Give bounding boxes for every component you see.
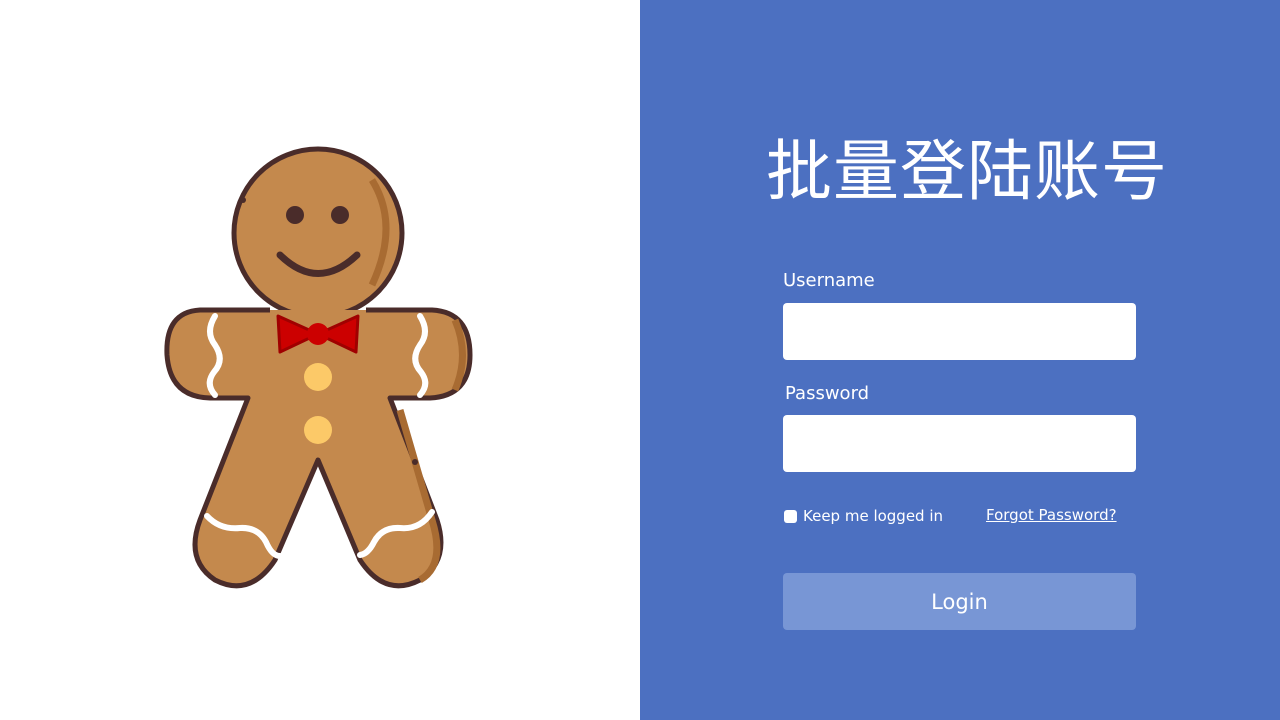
password-input[interactable] — [783, 415, 1136, 472]
forgot-password-link[interactable]: Forgot Password? — [986, 506, 1117, 524]
username-input[interactable] — [783, 303, 1136, 360]
remember-label[interactable]: Keep me logged in — [803, 507, 943, 525]
remember-checkbox[interactable] — [784, 509, 797, 523]
password-label: Password — [785, 383, 870, 404]
gingerbread-man-icon — [164, 146, 473, 589]
remember-row: Keep me logged in — [784, 506, 943, 526]
page-title: 批量登陆账号 — [766, 133, 1168, 210]
login-panel: 批量登陆账号 Username Password Keep me logged … — [640, 0, 1280, 720]
illustration-panel — [0, 0, 640, 720]
username-label: Username — [783, 270, 875, 291]
login-button[interactable]: Login — [783, 573, 1136, 630]
